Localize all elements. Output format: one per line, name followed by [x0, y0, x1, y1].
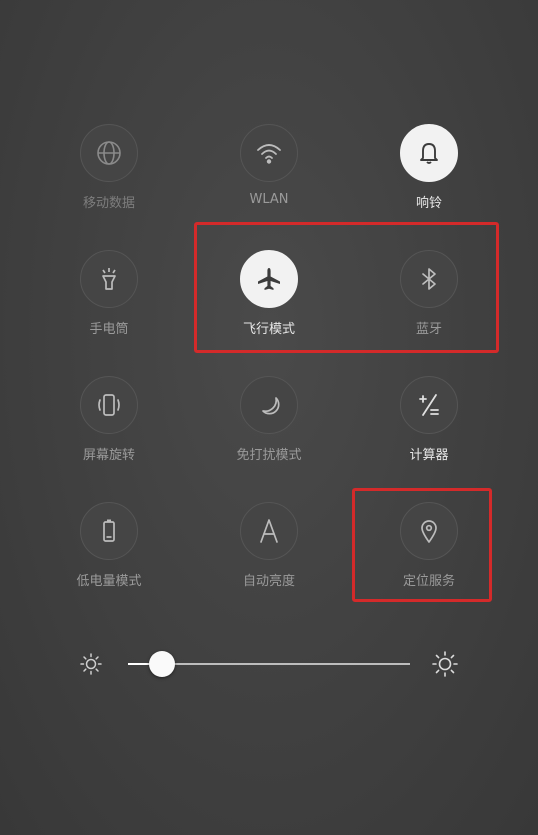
brightness-low-icon [80, 653, 102, 675]
toggle-screen-rotation[interactable]: 屏幕旋转 [44, 376, 174, 486]
toggle-wlan[interactable]: WLAN [204, 124, 334, 234]
mobile-data-label: 移动数据 [82, 196, 135, 211]
globe-icon [97, 141, 121, 165]
bell-icon [420, 143, 438, 164]
brightness-high-icon [432, 651, 458, 677]
low-power-label: 低电量模式 [76, 574, 142, 589]
brightness-slider-thumb[interactable] [149, 651, 175, 677]
screen-rotation-circle[interactable] [80, 376, 138, 434]
moon-icon [262, 397, 280, 415]
calculator-shortcut[interactable]: 计算器 [364, 376, 494, 486]
highlight-frame-location [352, 488, 492, 602]
ring-circle[interactable] [400, 124, 458, 182]
auto-brightness-circle[interactable] [240, 502, 298, 560]
low-power-circle[interactable] [80, 502, 138, 560]
highlight-frame-airplane-bluetooth [194, 222, 499, 353]
do-not-disturb-label: 免打扰模式 [236, 448, 302, 463]
brightness-slider[interactable] [128, 651, 410, 677]
flashlight-circle[interactable] [80, 250, 138, 308]
calculator-label: 计算器 [409, 448, 449, 463]
do-not-disturb-circle[interactable] [240, 376, 298, 434]
toggle-low-power-mode[interactable]: 低电量模式 [44, 502, 174, 612]
auto-brightness-label: 自动亮度 [242, 574, 295, 589]
flashlight-icon [102, 268, 116, 290]
mobile-data-circle[interactable] [80, 124, 138, 182]
toggle-mobile-data[interactable]: 移动数据 [44, 124, 174, 234]
ring-label: 响铃 [415, 196, 442, 211]
calculator-icon [419, 394, 439, 416]
screen-rotate-icon [98, 394, 120, 416]
auto-brightness-icon [260, 519, 278, 543]
wlan-label: WLAN [249, 192, 289, 207]
calculator-circle[interactable] [400, 376, 458, 434]
battery-icon [103, 519, 115, 542]
flashlight-label: 手电筒 [89, 322, 129, 337]
toggle-ring[interactable]: 响铃 [364, 124, 494, 234]
toggle-do-not-disturb[interactable]: 免打扰模式 [204, 376, 334, 486]
screen-rotation-label: 屏幕旋转 [82, 448, 135, 463]
wlan-circle[interactable] [240, 124, 298, 182]
toggle-auto-brightness[interactable]: 自动亮度 [204, 502, 334, 612]
wifi-icon [257, 144, 281, 164]
toggle-flashlight[interactable]: 手电筒 [44, 250, 174, 360]
